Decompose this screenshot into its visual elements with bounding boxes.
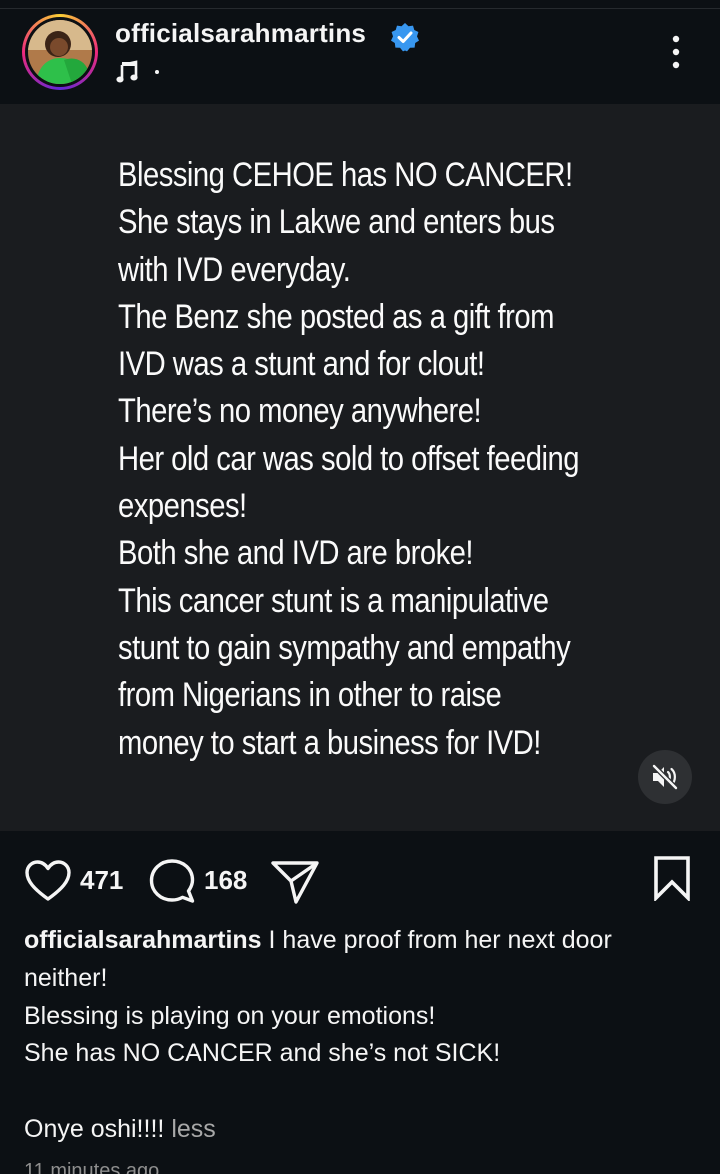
music-note-icon[interactable] <box>116 60 138 84</box>
post-line: stunt to gain sympathy and empathy <box>118 628 571 667</box>
post-line: with IVD everyday. <box>118 250 351 289</box>
muted-speaker-icon <box>651 764 679 790</box>
caption: officialsarahmartins I have proof from h… <box>24 922 714 1149</box>
post-media[interactable]: Blessing CEHOE has NO CANCER! She stays … <box>0 104 720 831</box>
caption-text: I have proof from her next door <box>261 926 612 954</box>
music-separator <box>155 70 159 74</box>
top-divider <box>0 8 720 9</box>
caption-line: Blessing is playing on your emotions! <box>24 1001 436 1030</box>
more-options-icon[interactable] <box>664 34 688 70</box>
post-header: officialsarahmartins <box>0 0 720 104</box>
post-line: IVD was a stunt and for clout! <box>118 345 485 384</box>
post-line: from Nigerians in other to raise <box>118 676 502 715</box>
post-line: She stays in Lakwe and enters bus <box>118 203 555 242</box>
heart-icon[interactable] <box>24 859 72 903</box>
like-count[interactable]: 471 <box>80 865 123 896</box>
avatar[interactable] <box>28 20 92 84</box>
comment-count[interactable]: 168 <box>204 865 247 896</box>
bookmark-icon[interactable] <box>652 855 692 901</box>
verified-icon <box>391 23 419 52</box>
story-ring[interactable] <box>22 14 98 90</box>
username[interactable]: officialsarahmartins <box>115 18 366 49</box>
post-line: Both she and IVD are broke! <box>118 534 474 573</box>
caption-text: Onye oshi!!!! <box>24 1114 165 1143</box>
share-icon[interactable] <box>270 859 320 905</box>
caption-line: neither! <box>24 963 108 992</box>
caption-line: Onye oshi!!!! less <box>24 1111 714 1149</box>
post-line: Her old car was sold to offset feeding <box>118 439 579 478</box>
mute-button[interactable] <box>638 750 692 804</box>
action-bar: 471 168 <box>0 831 720 931</box>
comment-icon[interactable] <box>148 858 196 904</box>
post-line: Blessing CEHOE has NO CANCER! <box>118 156 573 194</box>
post-line: The Benz she posted as a gift from <box>118 297 554 336</box>
caption-line: officialsarahmartins I have proof from h… <box>24 922 714 960</box>
post-line: There’s no money anywhere! <box>118 392 482 431</box>
post-text: Blessing CEHOE has NO CANCER! She stays … <box>118 152 582 767</box>
post-line: expenses! <box>118 487 247 526</box>
post-line: money to start a business for IVD! <box>118 723 541 762</box>
less-link[interactable]: less <box>171 1115 215 1143</box>
caption-line: She has NO CANCER and she’s not SICK! <box>24 1039 501 1068</box>
post-line: This cancer stunt is a manipulative <box>118 581 549 620</box>
caption-username[interactable]: officialsarahmartins <box>24 926 262 954</box>
timestamp: 11 minutes ago <box>24 1160 160 1174</box>
